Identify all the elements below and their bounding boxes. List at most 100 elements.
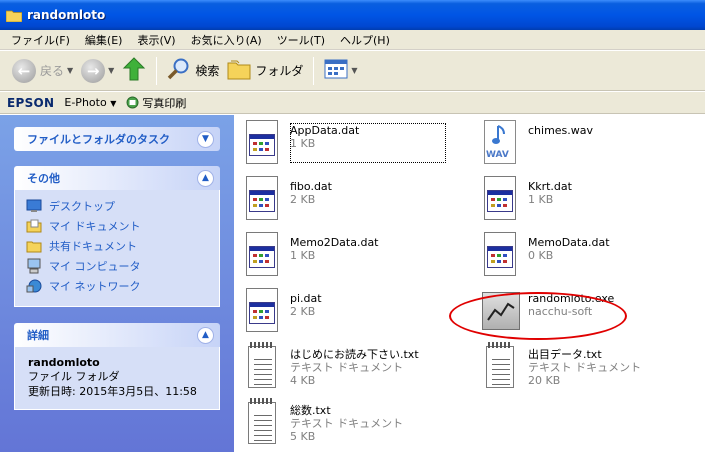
folders-label: フォルダ	[255, 64, 304, 78]
file-size: 20 KB	[528, 374, 561, 387]
details-modified: 更新日時: 2015年3月5日、11:58	[28, 385, 197, 398]
ephoto-button[interactable]: E-Photo ▼	[64, 96, 116, 109]
views-dropdown-icon[interactable]: ▼	[351, 66, 357, 75]
search-label: 検索	[195, 64, 220, 78]
file-item[interactable]: MemoData.dat 0 KB	[480, 230, 610, 280]
up-folder-button[interactable]	[118, 55, 150, 87]
shared-documents-icon	[26, 238, 42, 254]
dat-file-icon	[242, 174, 282, 222]
other-places-panel: その他 ▲ デスクトップ マイ ドキュメント 共有ドキュメント マイ コンピュー…	[14, 166, 220, 307]
back-button[interactable]: ← 戻る ▼	[8, 55, 77, 87]
other-places-body: デスクトップ マイ ドキュメント 共有ドキュメント マイ コンピュータ マイ ネ…	[14, 190, 220, 307]
back-arrow-icon: ←	[12, 58, 36, 83]
forward-arrow-icon: →	[81, 58, 106, 83]
search-icon	[167, 57, 191, 84]
file-name: pi.dat	[290, 292, 322, 305]
desktop-icon	[26, 198, 42, 214]
task-pane: ファイルとフォルダのタスク ▼ その他 ▲ デスクトップ マイ ドキュメント 共…	[0, 115, 234, 452]
file-size: 1 KB	[290, 249, 316, 262]
toolbar-separator	[313, 56, 315, 85]
expand-chevron-icon[interactable]: ▼	[197, 130, 214, 148]
photo-print-button[interactable]: 写真印刷	[126, 95, 186, 111]
file-item[interactable]: はじめにお読み下さい.txt テキスト ドキュメント 4 KB	[242, 342, 419, 392]
epson-toolbar: EPSON E-Photo ▼ 写真印刷	[0, 92, 705, 114]
menu-help[interactable]: ヘルプ(H)	[333, 32, 398, 48]
file-type: テキスト ドキュメント	[290, 417, 404, 430]
other-places-header[interactable]: その他 ▲	[14, 166, 220, 190]
file-item[interactable]: Kkrt.dat 1 KB	[480, 174, 572, 224]
txt-file-icon	[480, 342, 520, 390]
back-dropdown-icon[interactable]: ▼	[67, 66, 73, 75]
file-item[interactable]: pi.dat 2 KB	[242, 286, 322, 336]
file-item[interactable]: Memo2Data.dat 1 KB	[242, 230, 379, 280]
link-my-network[interactable]: マイ ネットワーク	[15, 276, 219, 296]
other-places-title: その他	[27, 172, 60, 185]
file-size: 5 KB	[290, 430, 316, 443]
collapse-chevron-icon[interactable]: ▲	[197, 326, 214, 344]
details-type: ファイル フォルダ	[28, 370, 120, 383]
file-type: テキスト ドキュメント	[528, 361, 642, 374]
forward-button[interactable]: → ▼	[77, 55, 118, 87]
file-name: fibo.dat	[290, 180, 332, 193]
file-folder-tasks-panel: ファイルとフォルダのタスク ▼	[14, 127, 220, 151]
menu-favorites[interactable]: お気に入り(A)	[184, 32, 270, 48]
window-title: randomloto	[27, 8, 106, 22]
folders-icon	[227, 58, 251, 83]
file-name: Kkrt.dat	[528, 180, 572, 193]
link-desktop[interactable]: デスクトップ	[15, 196, 219, 216]
details-header[interactable]: 詳細 ▲	[14, 323, 220, 347]
file-folder-tasks-title: ファイルとフォルダのタスク	[27, 133, 170, 146]
up-arrow-icon	[122, 56, 146, 85]
menu-bar: ファイル(F) 編集(E) 表示(V) お気に入り(A) ツール(T) ヘルプ(…	[0, 30, 705, 50]
file-name: はじめにお読み下さい.txt	[290, 348, 419, 361]
standard-toolbar: ← 戻る ▼ → ▼ 検索 フォルダ ▼	[0, 51, 705, 91]
file-type: テキスト ドキュメント	[290, 361, 404, 374]
menu-edit[interactable]: 編集(E)	[78, 32, 131, 48]
my-computer-icon	[26, 258, 42, 274]
file-name: chimes.wav	[528, 124, 594, 137]
forward-dropdown-icon[interactable]: ▼	[108, 66, 114, 75]
collapse-chevron-icon[interactable]: ▲	[197, 169, 214, 187]
dat-file-icon	[480, 230, 520, 278]
file-item[interactable]: 総数.txt テキスト ドキュメント 5 KB	[242, 398, 403, 448]
txt-file-icon	[242, 342, 282, 390]
file-item[interactable]: WAV chimes.wav	[480, 118, 593, 168]
my-documents-icon	[26, 218, 42, 234]
details-name: randomloto	[28, 356, 100, 369]
file-name: Memo2Data.dat	[290, 236, 379, 249]
file-size: 2 KB	[290, 305, 316, 318]
link-shared-documents[interactable]: 共有ドキュメント	[15, 236, 219, 256]
details-title: 詳細	[27, 329, 49, 342]
file-size: 4 KB	[290, 374, 316, 387]
views-icon	[324, 59, 348, 82]
menu-file[interactable]: ファイル(F)	[4, 32, 78, 48]
dat-file-icon	[480, 174, 520, 222]
link-my-documents[interactable]: マイ ドキュメント	[15, 216, 219, 236]
file-name: 総数.txt	[290, 404, 331, 417]
folders-button[interactable]: フォルダ	[223, 55, 307, 87]
file-folder-tasks-header[interactable]: ファイルとフォルダのタスク ▼	[14, 127, 220, 151]
dat-file-icon	[242, 286, 282, 334]
my-network-icon	[26, 278, 42, 294]
menu-tools[interactable]: ツール(T)	[270, 32, 333, 48]
file-name: 出目データ.txt	[528, 348, 602, 361]
file-size: 1 KB	[528, 193, 554, 206]
file-item[interactable]: 出目データ.txt テキスト ドキュメント 20 KB	[480, 342, 641, 392]
search-button[interactable]: 検索	[163, 55, 223, 87]
epson-logo: EPSON	[7, 95, 55, 110]
wav-file-icon: WAV	[480, 118, 520, 166]
focus-rectangle	[290, 123, 446, 163]
file-item[interactable]: fibo.dat 2 KB	[242, 174, 332, 224]
title-bar[interactable]: randomloto	[0, 0, 705, 30]
dat-file-icon	[242, 230, 282, 278]
file-list: AppData.dat 1 KB WAV chimes.wav fibo.dat 2 KB…	[234, 115, 705, 452]
details-body: randomloto ファイル フォルダ 更新日時: 2015年3月5日、11:…	[14, 347, 220, 410]
link-my-computer[interactable]: マイ コンピュータ	[15, 256, 219, 276]
file-size: 2 KB	[290, 193, 316, 206]
folder-icon	[5, 9, 23, 22]
details-panel: 詳細 ▲ randomloto ファイル フォルダ 更新日時: 2015年3月5…	[14, 323, 220, 410]
back-label: 戻る	[40, 64, 65, 78]
menu-view[interactable]: 表示(V)	[130, 32, 183, 48]
red-highlight-ellipse	[449, 292, 627, 340]
views-button[interactable]: ▼	[320, 55, 361, 87]
